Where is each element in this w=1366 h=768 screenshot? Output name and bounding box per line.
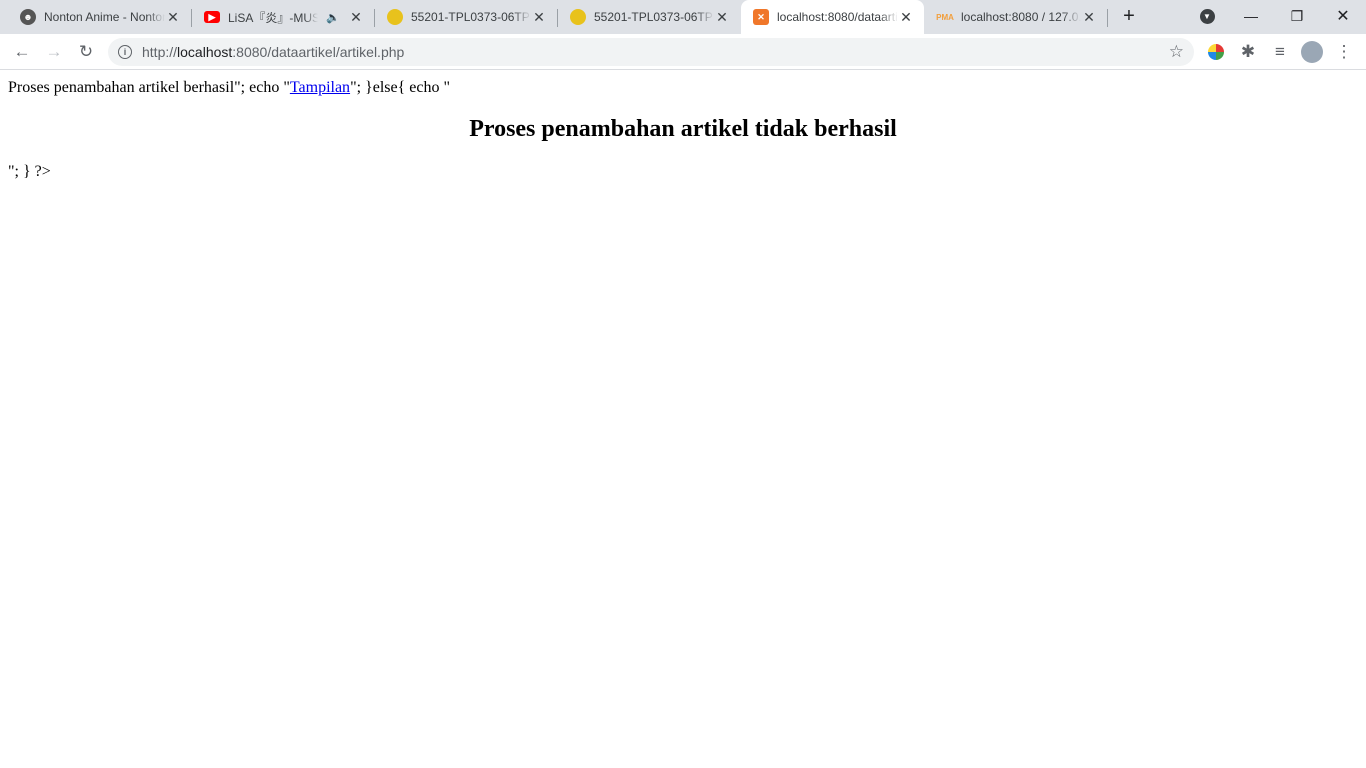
page-heading: Proses penambahan artikel tidak berhasil — [469, 116, 897, 142]
toolbar: ← → ↻ i http://localhost:8080/dataartike… — [0, 34, 1366, 70]
media-control-button[interactable]: ≡ — [1268, 40, 1292, 64]
playlist-icon: ≡ — [1275, 42, 1285, 61]
anime-icon: ☻ — [20, 9, 36, 25]
extension-globe-icon — [1208, 44, 1224, 60]
tab-nonton-anime[interactable]: ☻ Nonton Anime - Nonton ✕ — [8, 0, 191, 34]
close-window-button[interactable]: ✕ — [1320, 0, 1366, 32]
tab-search-button[interactable]: ▼ — [1184, 0, 1230, 32]
avatar — [1301, 41, 1323, 63]
tab-title: localhost:8080/dataartikel — [777, 10, 898, 24]
extension-button[interactable] — [1204, 40, 1228, 64]
forward-button[interactable]: → — [42, 40, 66, 64]
extensions-button[interactable]: ✱ — [1236, 40, 1260, 64]
more-vert-icon: ⋮ — [1335, 42, 1353, 61]
chevron-down-icon: ▼ — [1199, 8, 1215, 24]
info-icon[interactable]: i — [118, 45, 132, 59]
new-tab-button[interactable]: + — [1106, 0, 1152, 32]
tab-title: localhost:8080 / 127.0.0.1 — [961, 10, 1081, 24]
restore-button[interactable]: ❐ — [1274, 0, 1320, 32]
reload-button[interactable]: ↻ — [74, 40, 98, 64]
tab-title: 55201-TPL0373-06TPL — [411, 10, 531, 24]
tab-dataartikel-active[interactable]: ✕ localhost:8080/dataartikel ✕ — [741, 0, 924, 34]
close-tab-icon[interactable]: ✕ — [1081, 9, 1097, 26]
close-tab-icon[interactable]: ✕ — [714, 9, 730, 26]
minimize-button[interactable]: — — [1228, 0, 1274, 32]
close-tab-icon[interactable]: ✕ — [531, 9, 547, 26]
url-text: http://localhost:8080/dataartikel/artike… — [142, 44, 405, 60]
close-tab-icon[interactable]: ✕ — [348, 9, 364, 26]
phpmyadmin-icon: PMA — [936, 12, 954, 22]
tab-title: LiSA『炎』-MUSiC — [228, 10, 319, 25]
xampp-icon: ✕ — [753, 9, 769, 25]
menu-button[interactable]: ⋮ — [1332, 40, 1356, 64]
php-output-line-1: Proses penambahan artikel berhasil"; ech… — [8, 79, 1358, 97]
tampilan-link[interactable]: Tampilan — [290, 79, 350, 96]
tab-lisa-youtube[interactable]: ▶ LiSA『炎』-MUSiC 🔈 ✕ — [192, 0, 374, 34]
tab-tpl-1[interactable]: 55201-TPL0373-06TPL ✕ — [375, 0, 557, 34]
tab-strip: ☻ Nonton Anime - Nonton ✕ ▶ LiSA『炎』-MUSi… — [0, 0, 1366, 34]
back-button[interactable]: ← — [10, 40, 34, 64]
raw-text: "; }else{ echo " — [350, 79, 451, 96]
arrow-left-icon: ← — [13, 42, 31, 61]
puzzle-icon: ✱ — [1240, 42, 1256, 61]
tab-tpl-2[interactable]: 55201-TPL0373-06TPL ✕ — [558, 0, 740, 34]
page-content: Proses penambahan artikel berhasil"; ech… — [0, 71, 1366, 768]
campus-icon — [387, 9, 403, 25]
tab-title: Nonton Anime - Nonton — [44, 10, 165, 24]
reload-icon: ↻ — [78, 42, 94, 61]
arrow-right-icon: → — [45, 42, 63, 61]
close-tab-icon[interactable]: ✕ — [165, 9, 181, 26]
profile-button[interactable] — [1300, 40, 1324, 64]
php-output-line-2: "; } ?> — [8, 163, 51, 180]
close-tab-icon[interactable]: ✕ — [898, 9, 914, 26]
tab-phpmyadmin[interactable]: PMA localhost:8080 / 127.0.0.1 ✕ — [925, 0, 1107, 34]
audio-playing-icon[interactable]: 🔈 — [326, 11, 340, 24]
campus-icon — [570, 9, 586, 25]
address-bar[interactable]: i http://localhost:8080/dataartikel/arti… — [108, 38, 1194, 66]
raw-text: Proses penambahan artikel berhasil"; ech… — [8, 79, 290, 96]
bookmark-star-icon[interactable]: ☆ — [1169, 42, 1184, 62]
youtube-icon: ▶ — [204, 11, 220, 23]
tab-title: 55201-TPL0373-06TPL — [594, 10, 714, 24]
